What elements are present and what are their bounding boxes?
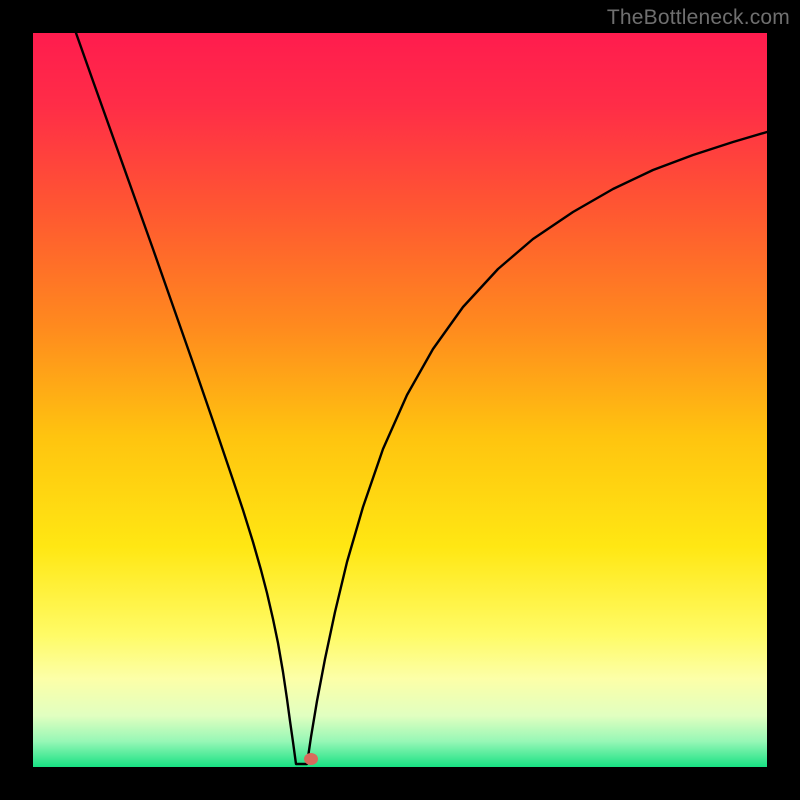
optimal-point-marker [304,753,318,765]
gradient-background [33,33,767,767]
watermark-text: TheBottleneck.com [607,6,790,30]
chart-frame [33,33,767,767]
bottleneck-chart [33,33,767,767]
